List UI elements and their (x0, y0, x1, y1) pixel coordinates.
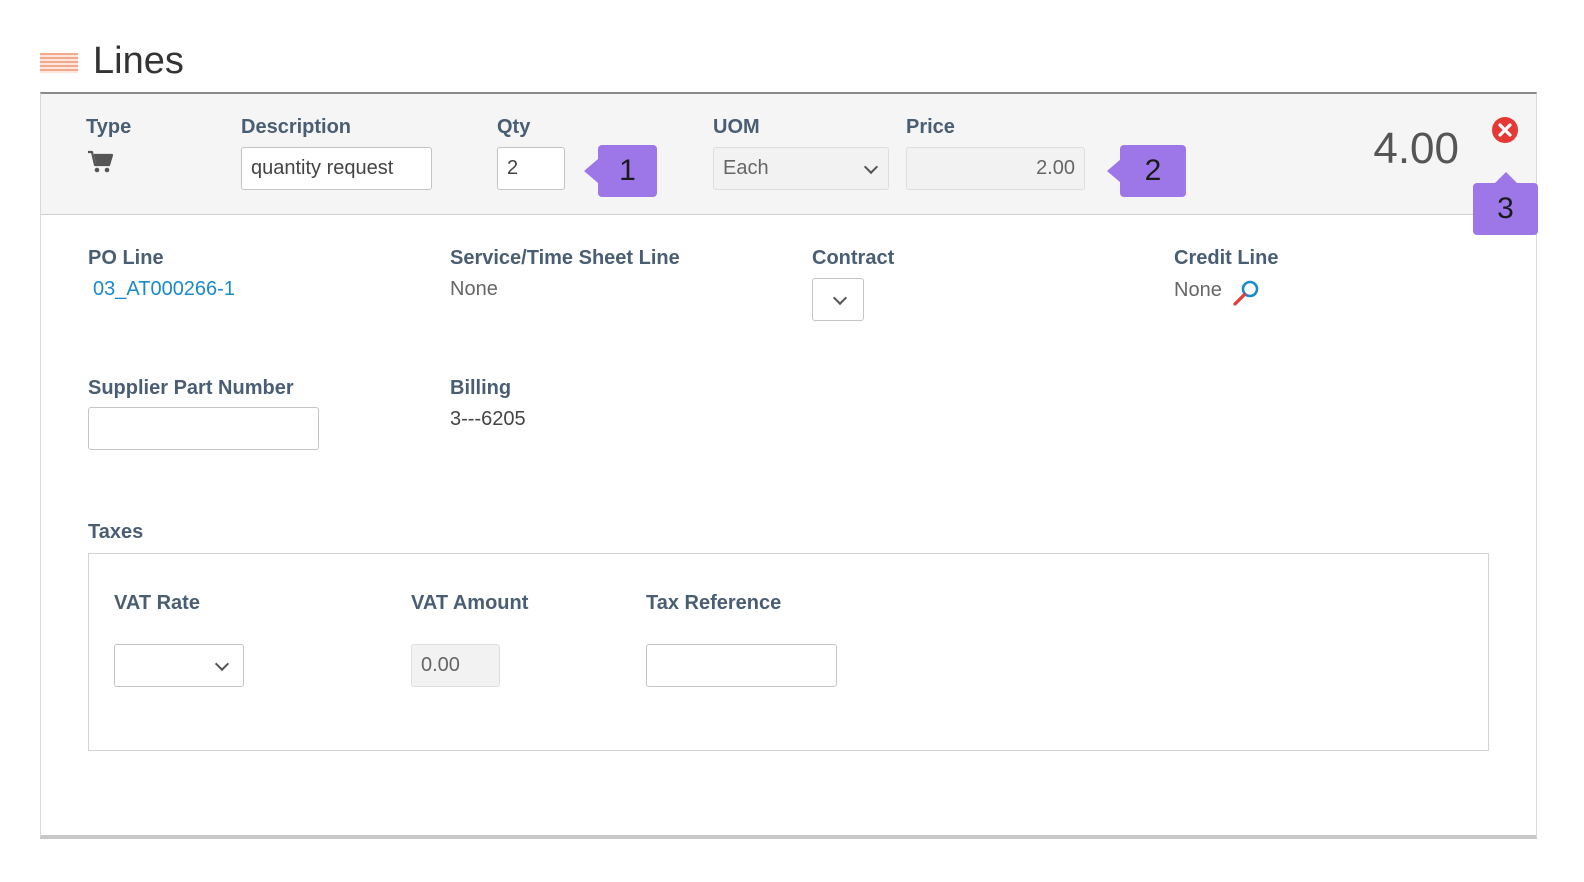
description-input[interactable]: quantity request (241, 147, 432, 190)
chevron-down-icon (832, 290, 848, 305)
supplier-part-label: Supplier Part Number (88, 377, 294, 399)
contract-label: Contract (812, 247, 895, 269)
credit-line-label: Credit Line (1174, 247, 1279, 269)
contract-select[interactable] (812, 278, 864, 321)
vat-rate-label: VAT Rate (114, 592, 200, 614)
tax-reference-label: Tax Reference (646, 592, 782, 614)
callout-3: 3 (1473, 183, 1538, 235)
lines-stripes-icon (40, 53, 78, 73)
chevron-down-icon (863, 159, 879, 174)
description-label: Description (241, 116, 352, 138)
type-label: Type (86, 116, 132, 138)
vat-rate-select[interactable] (114, 644, 244, 687)
qty-label: Qty (497, 116, 531, 138)
vat-amount-label: VAT Amount (411, 592, 529, 614)
taxes-title: Taxes (88, 521, 144, 543)
section-title: Lines (93, 40, 184, 82)
billing-label: Billing (450, 377, 512, 399)
po-line-label: PO Line (88, 247, 164, 269)
price-input[interactable]: 2.00 (906, 147, 1085, 190)
qty-input[interactable]: 2 (497, 147, 565, 190)
qty-value: 2 (507, 157, 519, 179)
supplier-part-input[interactable] (88, 407, 319, 450)
uom-label: UOM (713, 116, 760, 138)
vat-amount-input[interactable]: 0.00 (411, 644, 500, 687)
callout-1: 1 (598, 145, 657, 197)
service-line-value: None (450, 278, 498, 300)
close-circle-icon[interactable] (1491, 116, 1519, 144)
billing-value: 3---6205 (450, 408, 526, 430)
uom-value: Each (723, 157, 769, 179)
credit-line-value: None (1174, 279, 1222, 301)
tax-reference-input[interactable] (646, 644, 837, 687)
service-line-label: Service/Time Sheet Line (450, 247, 680, 269)
price-label: Price (906, 116, 955, 138)
search-icon[interactable] (1232, 279, 1262, 307)
po-line-link[interactable]: 03_AT000266-1 (93, 278, 235, 301)
chevron-down-icon (214, 656, 230, 671)
uom-select[interactable]: Each (713, 147, 889, 190)
callout-2: 2 (1120, 145, 1186, 197)
shopping-cart-icon (87, 149, 115, 175)
vat-amount-value: 0.00 (421, 654, 460, 676)
callout-1-pointer (584, 159, 598, 183)
callout-2-pointer (1107, 159, 1121, 183)
price-value: 2.00 (1036, 157, 1075, 179)
line-total: 4.00 (1373, 124, 1459, 173)
description-value: quantity request (251, 157, 394, 179)
